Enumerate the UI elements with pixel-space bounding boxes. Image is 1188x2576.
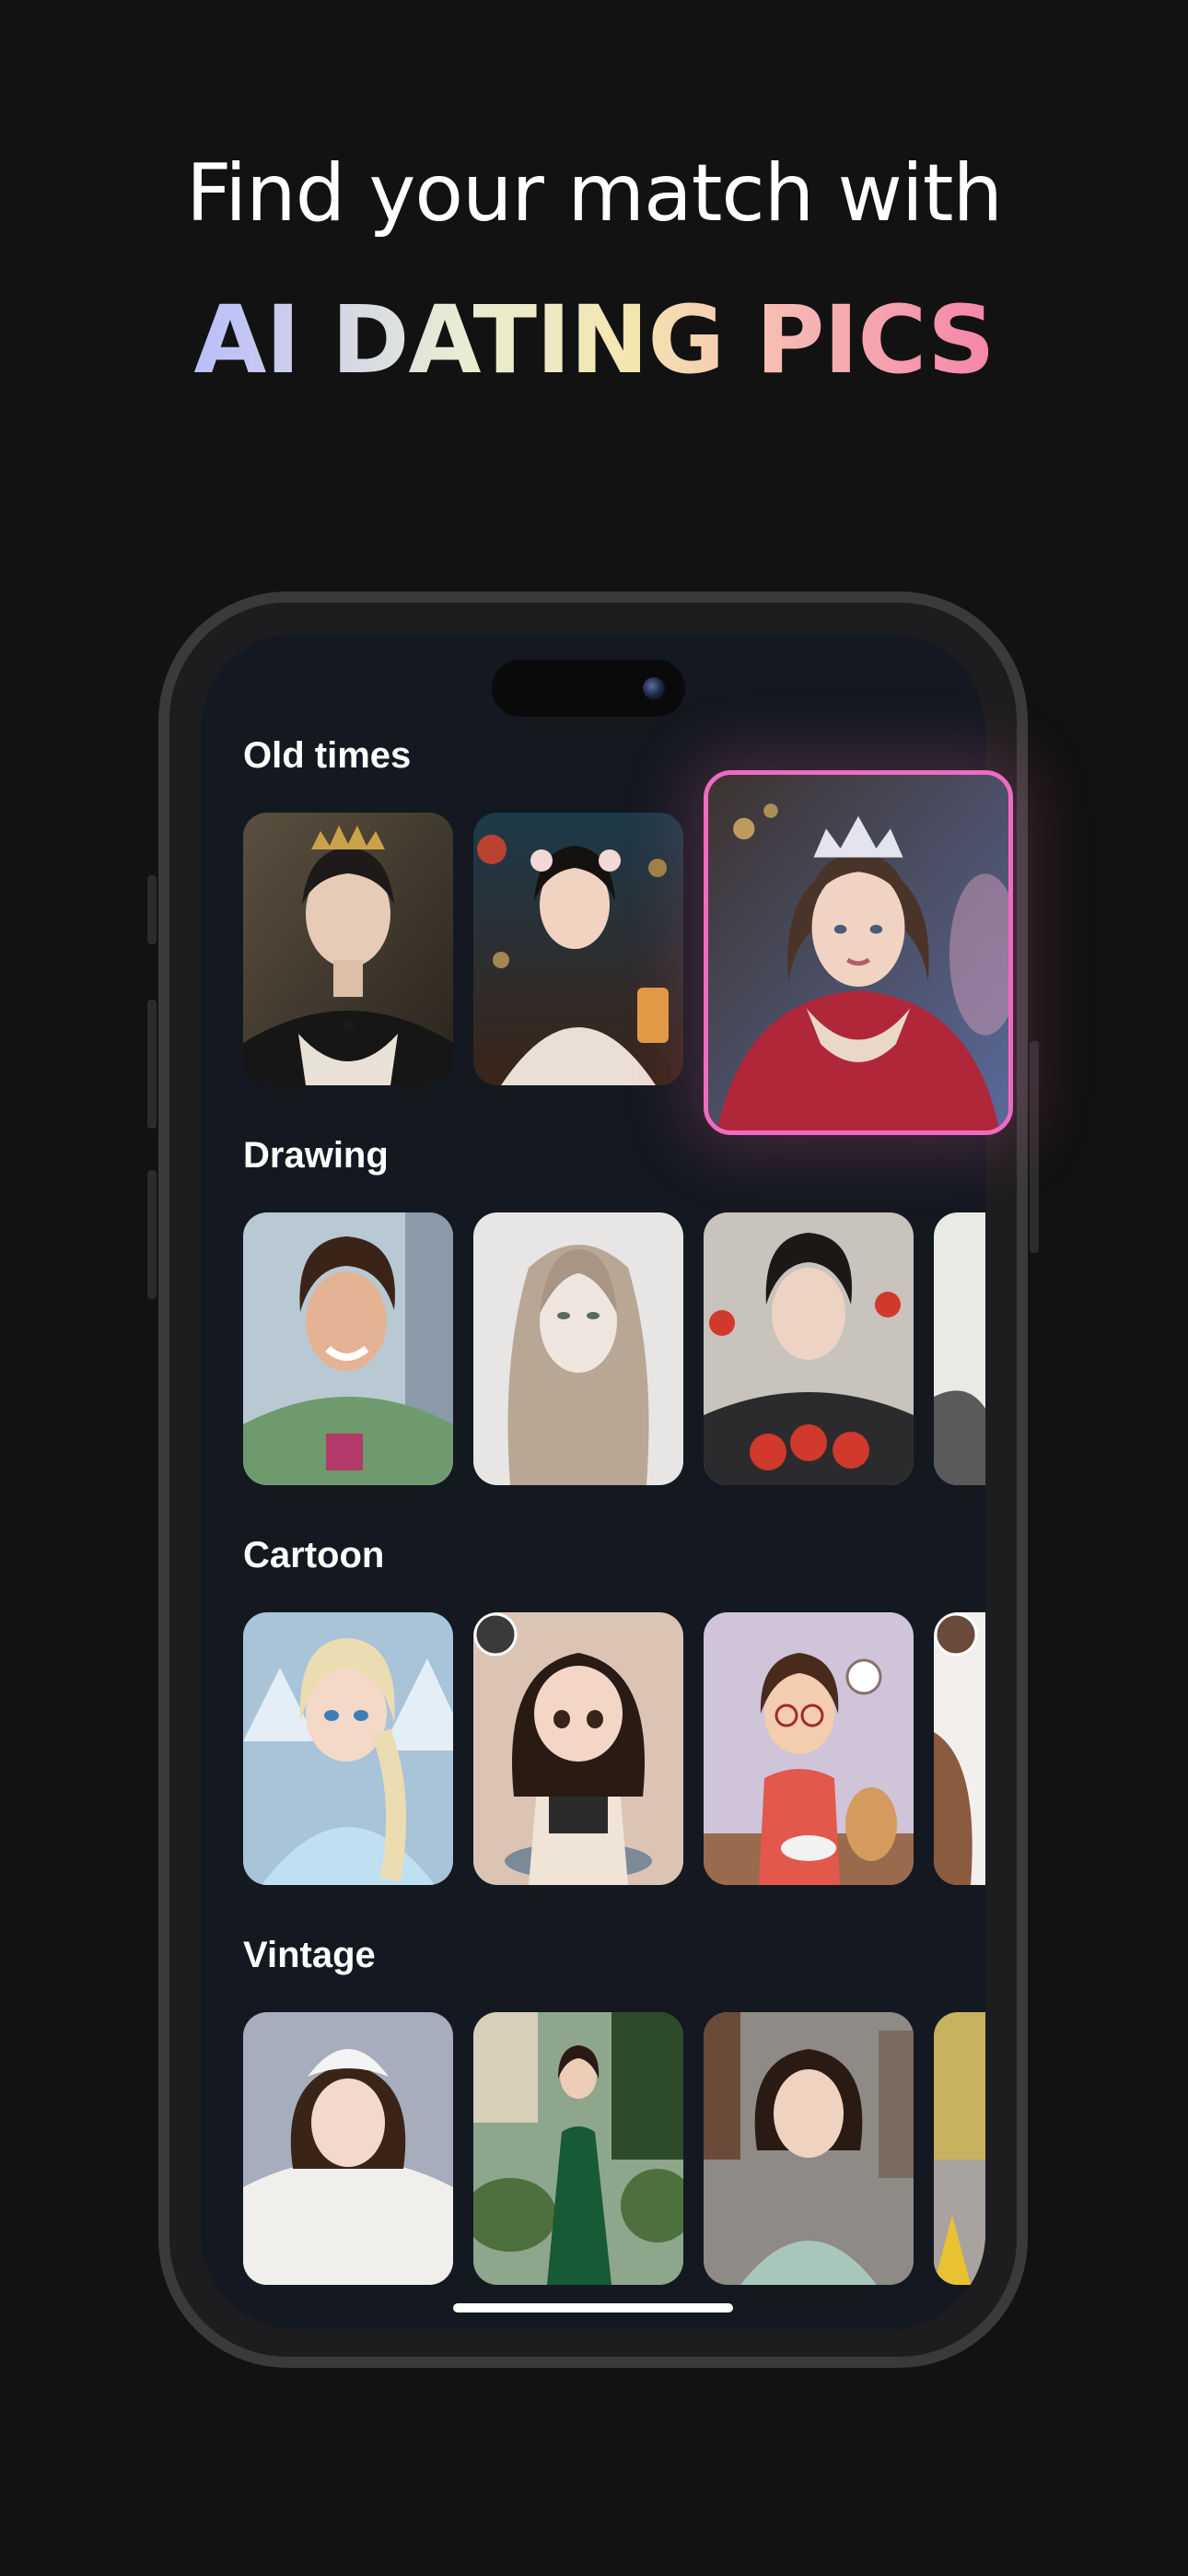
style-thumbnail[interactable]	[934, 2012, 985, 2285]
portrait-lantern-image	[473, 813, 683, 1085]
style-thumbnail[interactable]	[243, 813, 453, 1085]
portrait-winter-girl-image	[243, 2012, 453, 2285]
brand-title: AI DATING PICS	[0, 286, 1188, 395]
action-button	[147, 875, 157, 944]
style-thumbnail[interactable]	[473, 1612, 683, 1885]
style-thumbnail[interactable]	[243, 1212, 453, 1485]
style-thumbnail[interactable]	[473, 1212, 683, 1485]
portrait-sketch-image	[934, 1212, 985, 1485]
home-indicator	[453, 2303, 733, 2313]
section-title-old-times: Old times	[243, 735, 412, 776]
style-thumbnail[interactable]	[934, 1212, 985, 1485]
power-button	[1030, 1041, 1039, 1253]
style-thumbnail[interactable]	[704, 2012, 914, 2285]
style-thumbnail[interactable]	[473, 2012, 683, 2285]
style-thumbnail[interactable]	[934, 1612, 985, 1885]
brand-title-text: AI DATING PICS	[193, 286, 995, 395]
camera-icon	[643, 677, 665, 699]
style-thumbnail[interactable]	[473, 813, 683, 1085]
style-thumbnail[interactable]	[704, 1612, 914, 1885]
portrait-roses-man-image	[704, 1212, 914, 1485]
style-row-cartoon[interactable]	[243, 1612, 985, 1885]
style-thumbnail[interactable]	[243, 1612, 453, 1885]
volume-down-button	[147, 1170, 157, 1299]
portrait-smiling-man-image	[243, 1212, 453, 1485]
portrait-autumn-street-image	[934, 2012, 985, 2285]
style-row-drawing[interactable]	[243, 1212, 985, 1485]
portrait-princess-crown-image	[708, 775, 1008, 1130]
volume-up-button	[147, 1000, 157, 1129]
section-title-cartoon: Cartoon	[243, 1535, 385, 1575]
section-title-drawing: Drawing	[243, 1135, 389, 1176]
portrait-garden-dress-image	[473, 2012, 683, 2285]
style-thumbnail[interactable]	[704, 1212, 914, 1485]
portrait-cartoon-image	[934, 1612, 985, 1885]
portrait-pencil-sketch-image	[473, 1212, 683, 1485]
headline: Find your match with	[185, 147, 1003, 240]
portrait-queen-image	[243, 813, 453, 1085]
portrait-chibi-girl-image	[473, 1612, 683, 1885]
section-title-vintage: Vintage	[243, 1935, 376, 1975]
promo-page: Find your match with AI DATING PICS Old …	[0, 0, 1188, 2576]
style-thumbnail[interactable]	[243, 2012, 453, 2285]
portrait-street-girl-image	[704, 2012, 914, 2285]
portrait-ice-princess-image	[243, 1612, 453, 1885]
portrait-cartoon-cat-image	[704, 1612, 914, 1885]
style-row-vintage[interactable]	[243, 2012, 985, 2285]
featured-style-thumbnail[interactable]	[704, 770, 1013, 1135]
dynamic-island	[492, 660, 685, 717]
